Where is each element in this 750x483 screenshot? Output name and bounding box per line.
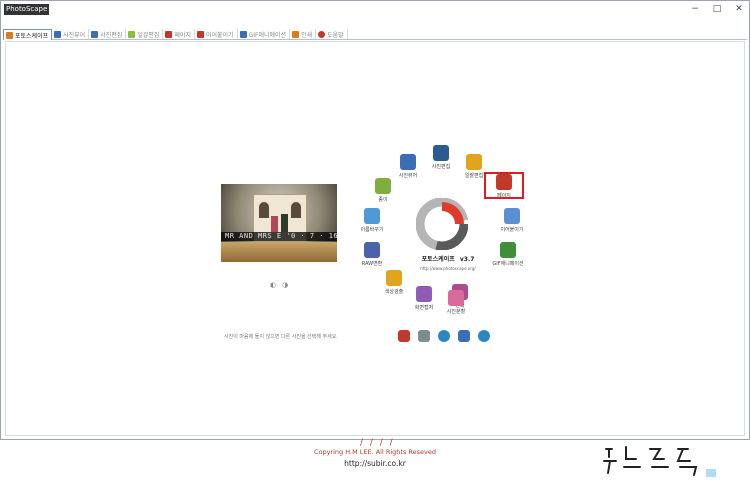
batch-icon — [128, 30, 136, 38]
tab-label: 사진편집 — [100, 31, 123, 39]
tab-label: 도움말 — [327, 31, 344, 39]
node-raw[interactable]: RAW변환 — [352, 242, 392, 267]
node-gif[interactable]: GIF애니메이션 — [488, 242, 528, 267]
tab-combine[interactable]: 이어붙이기 — [195, 29, 238, 39]
hint-text: 사진이 마음에 들지 않으면 다른 사진을 선택해 주세요. — [224, 334, 338, 340]
tab-label: 페이지 — [174, 31, 191, 39]
photo-window — [259, 202, 269, 218]
node-label: 종이 — [378, 197, 388, 203]
photo-window — [291, 202, 301, 218]
wrench-icon[interactable] — [418, 330, 430, 342]
sun-icon[interactable] — [478, 330, 490, 342]
minimize-button[interactable]: − — [689, 4, 701, 15]
title-bar[interactable]: PhotoScape − □ ✕ — [1, 1, 749, 19]
tab-print[interactable]: 인쇄 — [290, 29, 317, 39]
tab-help[interactable]: 도움말 — [316, 29, 348, 39]
viewer-icon — [54, 30, 62, 38]
font-icon[interactable] — [398, 330, 410, 342]
tab-batch[interactable]: 일괄편집 — [126, 29, 164, 39]
footer-url[interactable]: http://subir.co.kr — [300, 459, 450, 468]
help-icon — [318, 30, 326, 38]
node-rename[interactable]: 이름바꾸기 — [352, 208, 392, 233]
gif-icon — [239, 30, 247, 38]
capture-icon — [416, 286, 432, 302]
brand-name: 포토스케이프 — [421, 256, 455, 263]
tab-page[interactable]: 페이지 — [163, 29, 195, 39]
tab-label: 포토스케이프 — [15, 32, 49, 40]
tab-bar: 포토스케이프 사진뷰어 사진편집 일괄편집 페이지 이어붙이기 GIF애니메이션 — [3, 29, 747, 40]
photo-base — [221, 242, 337, 262]
tab-label: 이어붙이기 — [205, 31, 234, 39]
close-button[interactable]: ✕ — [733, 4, 745, 15]
gif-icon — [500, 242, 516, 258]
photo-figure — [271, 216, 278, 232]
color-picker-icon — [386, 270, 402, 286]
editor-icon — [433, 145, 449, 161]
rotate-left-icon[interactable]: ◐ — [270, 281, 276, 289]
sample-photo[interactable]: MR AND MRS E '0 · 7 · 16 — [221, 184, 337, 262]
rotate-right-icon[interactable]: ◑ — [282, 281, 288, 289]
tab-label: 사진뷰어 — [63, 31, 86, 39]
bottom-tools — [398, 330, 490, 342]
refresh-icon[interactable] — [438, 330, 450, 342]
rename-icon — [364, 208, 380, 224]
tab-label: 인쇄 — [301, 31, 313, 39]
tab-label: 일괄편집 — [137, 31, 160, 39]
rotate-controls: ◐ ◑ — [270, 281, 288, 289]
tab-gif[interactable]: GIF애니메이션 — [238, 29, 291, 39]
photo-figure — [281, 214, 288, 232]
brush-icon[interactable] — [458, 330, 470, 342]
node-combine[interactable]: 이어붙이기 — [492, 208, 532, 233]
brand-version: v3.7 — [459, 256, 475, 263]
node-label: 이름바꾸기 — [360, 227, 384, 233]
highlight-box — [484, 172, 524, 199]
node-paper[interactable]: 종이 — [363, 178, 403, 203]
node-color-picker[interactable]: 색상검출 — [374, 270, 414, 295]
page-icon — [165, 30, 173, 38]
signature-logo — [603, 446, 716, 477]
node-label: 화면캡처 — [414, 305, 434, 311]
batch-icon — [466, 154, 482, 170]
window-controls: − □ ✕ — [689, 4, 745, 15]
node-label: RAW변환 — [361, 261, 383, 267]
paper-icon — [375, 178, 391, 194]
photoscape-logo-icon — [416, 198, 468, 250]
editor-icon — [91, 30, 99, 38]
tab-viewer[interactable]: 사진뷰어 — [52, 29, 90, 39]
splitter-icon — [448, 290, 464, 306]
combine-icon — [504, 208, 520, 224]
node-label: 색상검출 — [384, 289, 404, 295]
viewer-icon — [400, 154, 416, 170]
main-content — [5, 41, 745, 436]
tab-label: GIF애니메이션 — [248, 31, 287, 39]
photoscape-icon — [6, 31, 13, 39]
node-label: GIF애니메이션 — [492, 261, 524, 267]
tab-photoscape[interactable]: 포토스케이프 — [3, 29, 53, 40]
photo-caption: MR AND MRS E '0 · 7 · 16 — [225, 232, 337, 240]
maximize-button[interactable]: □ — [711, 4, 723, 15]
footer-copyright: Copyring H.M LEE. All Rights Reseved — [313, 448, 437, 456]
combine-icon — [196, 30, 204, 38]
footer-slashes: / / / / — [360, 438, 395, 448]
brand-block: 포토스케이프 v3.7 http://www.photoscape.org/ — [408, 246, 488, 271]
node-label: 이어붙이기 — [500, 227, 524, 233]
raw-icon — [364, 242, 380, 258]
brand-url[interactable]: http://www.photoscape.org/ — [408, 266, 488, 271]
print-icon — [292, 30, 300, 38]
window-title: PhotoScape — [4, 4, 50, 15]
tab-editor[interactable]: 사진편집 — [89, 29, 127, 39]
